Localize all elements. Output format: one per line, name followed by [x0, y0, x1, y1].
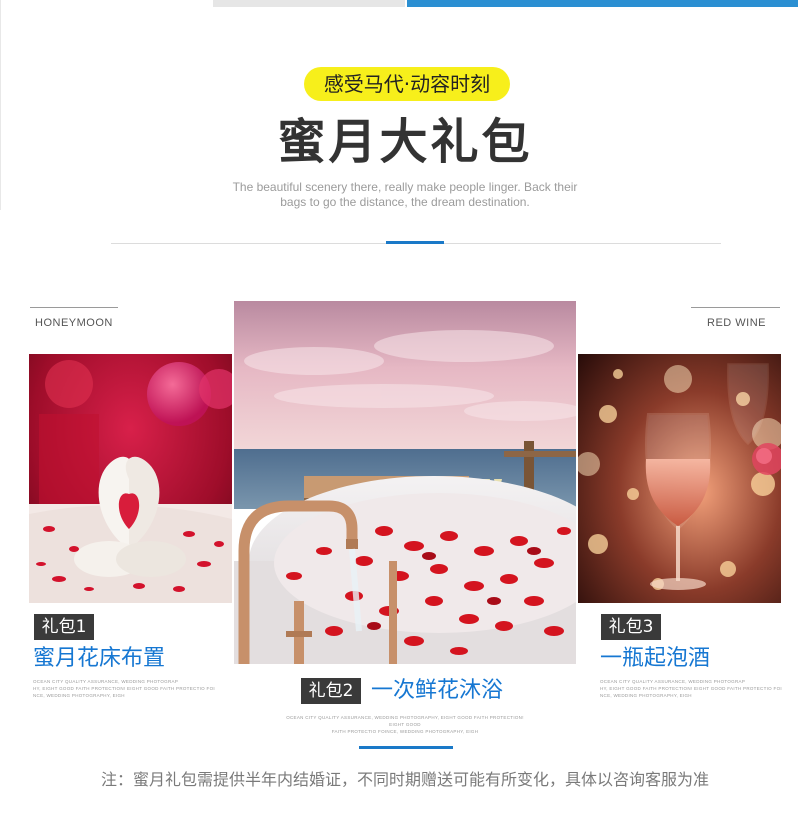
fine-line: NCE, WEDDING PHOTOGRAPHY, EIGH: [600, 693, 692, 698]
gift-badge-2: 礼包2: [301, 678, 361, 704]
tagline-pill: 感受马代·动容时刻: [304, 67, 510, 101]
top-bar-blue: [407, 0, 798, 7]
gift-fine-print-1: OCEAN CITY QUALITY ASSURANCE, WEDDING PH…: [33, 678, 223, 699]
right-label-rule: [691, 307, 780, 308]
fine-line: HY, EIGHT GOOD FAITH PROTECTION! EIGHT G…: [600, 686, 782, 691]
gift-title-2: 一次鲜花沐浴: [371, 678, 504, 703]
towel-swan-photo: [29, 354, 232, 603]
fine-line: OCEAN CITY QUALITY ASSURANCE, WEDDING PH…: [600, 679, 746, 684]
rose-bath-photo: [234, 301, 576, 664]
bottom-accent-bar: [359, 746, 453, 749]
subtitle-line: bags to go the distance, the dream desti…: [280, 195, 530, 209]
fine-line: HY, EIGHT GOOD FAITH PROTECTION! EIGHT G…: [33, 686, 215, 691]
wine-glass-photo: [578, 354, 781, 603]
fine-line: OCEAN CITY QUALITY ASSURANCE, WEDDING PH…: [33, 679, 179, 684]
gift-title-1: 蜜月花床布置: [33, 646, 166, 671]
fine-line: NCE, WEDDING PHOTOGRAPHY, EIGH: [33, 693, 125, 698]
gift-fine-print-2: OCEAN CITY QUALITY ASSURANCE, WEDDING PH…: [280, 714, 530, 735]
honeymoon-label: HONEYMOON: [35, 317, 113, 329]
footer-note: 注：蜜月礼包需提供半年内结婚证，不同时期赠送可能有所变化，具体以咨询客服为准: [100, 770, 709, 789]
gift-title-3: 一瓶起泡酒: [600, 646, 711, 671]
fine-line: OCEAN CITY QUALITY ASSURANCE, WEDDING PH…: [286, 715, 524, 727]
left-label-rule: [30, 307, 118, 308]
gift-fine-print-3: OCEAN CITY QUALITY ASSURANCE, WEDDING PH…: [600, 678, 790, 699]
page-title: 蜜月大礼包: [277, 114, 533, 170]
gift-badge-3: 礼包3: [601, 614, 661, 640]
header-accent-bar: [386, 241, 444, 244]
edge-line: [0, 0, 1, 210]
gift-badge-1: 礼包1: [34, 614, 94, 640]
subtitle-line: The beautiful scenery there, really make…: [232, 180, 578, 194]
page-subtitle: The beautiful scenery there, really make…: [215, 180, 595, 210]
red-wine-label: RED WINE: [707, 317, 766, 329]
top-bar-gray: [213, 0, 405, 7]
fine-line: FAITH PROTECTIO FOINCE, WEDDING PHOTOGRA…: [331, 729, 479, 734]
